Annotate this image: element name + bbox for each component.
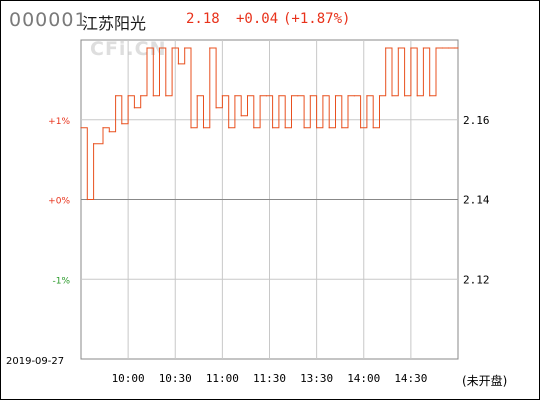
price-point bbox=[385, 47, 387, 49]
price-point bbox=[372, 127, 374, 129]
price-point bbox=[177, 63, 179, 65]
price-point bbox=[429, 95, 431, 97]
price-point bbox=[366, 95, 368, 97]
price-point bbox=[259, 95, 261, 97]
x-tick-label: 10:00 bbox=[112, 372, 145, 385]
grid-layer bbox=[80, 39, 459, 360]
price-point bbox=[127, 95, 129, 97]
x-tick-label: 10:30 bbox=[159, 372, 192, 385]
price-point bbox=[360, 127, 362, 129]
price-point bbox=[196, 95, 198, 97]
y-tick-label-left: +0% bbox=[48, 197, 70, 207]
price-point bbox=[272, 127, 274, 129]
x-tick-label: 11:30 bbox=[253, 372, 286, 385]
trade-date: 2019-09-27 bbox=[6, 356, 65, 367]
price-point bbox=[334, 95, 337, 97]
x-tick-label: 13:30 bbox=[300, 372, 333, 385]
price-point bbox=[416, 95, 418, 97]
y-tick-label-right: 2.16 bbox=[463, 114, 490, 127]
price-point bbox=[457, 47, 459, 49]
price-point bbox=[121, 123, 123, 125]
price-point bbox=[146, 47, 148, 49]
price-point bbox=[228, 127, 230, 129]
price-point bbox=[240, 115, 242, 117]
price-point bbox=[158, 47, 161, 49]
price-point bbox=[152, 95, 154, 97]
price-point bbox=[284, 127, 286, 129]
price-point bbox=[184, 47, 186, 49]
price-point bbox=[253, 127, 255, 129]
price-point bbox=[209, 47, 211, 49]
price-point bbox=[290, 95, 293, 97]
price-point bbox=[246, 95, 249, 97]
price-point bbox=[221, 95, 223, 97]
price-point bbox=[171, 47, 173, 49]
intraday-chart: 10:00 10:30 11:00 11:30 13:30 14:00 14:30 2.16 +… bbox=[48, 39, 490, 385]
price-point bbox=[397, 47, 399, 49]
price-point bbox=[448, 47, 450, 49]
price-point bbox=[303, 127, 305, 129]
price-point bbox=[115, 95, 117, 97]
price-point bbox=[353, 95, 355, 97]
price-point bbox=[93, 143, 95, 145]
price-point bbox=[234, 95, 236, 97]
price-point bbox=[297, 95, 299, 97]
price-point bbox=[322, 95, 324, 97]
price-point bbox=[328, 127, 330, 129]
price-point bbox=[441, 47, 443, 49]
price-point bbox=[202, 127, 205, 129]
price-point bbox=[435, 47, 437, 49]
x-tick-label: 14:30 bbox=[394, 372, 427, 385]
y-tick-label-right: 2.12 bbox=[463, 273, 490, 286]
price-point bbox=[140, 95, 142, 97]
price-point bbox=[133, 107, 135, 109]
price-point bbox=[86, 198, 88, 201]
price-point bbox=[309, 95, 311, 97]
x-tick-label: 11:00 bbox=[206, 372, 239, 385]
y-tick-label-left: +1% bbox=[48, 117, 70, 127]
price-point bbox=[102, 127, 104, 129]
price-point bbox=[165, 95, 167, 97]
price-point bbox=[215, 107, 217, 109]
price-point bbox=[108, 131, 110, 133]
price-point bbox=[347, 95, 349, 97]
x-tick-label: 14:00 bbox=[347, 372, 380, 385]
price-point bbox=[454, 47, 456, 49]
price-point bbox=[316, 127, 318, 129]
price-point bbox=[190, 127, 192, 129]
price-point bbox=[422, 47, 424, 49]
price-point bbox=[278, 95, 280, 97]
price-point bbox=[391, 95, 393, 97]
price-point bbox=[341, 127, 343, 129]
y-tick-label-right: 2.14 bbox=[463, 194, 490, 207]
price-point bbox=[404, 95, 406, 97]
market-status: (未开盘) bbox=[462, 374, 508, 388]
y-tick-label-left: -1% bbox=[52, 276, 70, 286]
price-point bbox=[410, 47, 412, 49]
price-point bbox=[265, 95, 267, 97]
price-point bbox=[80, 127, 82, 129]
price-point bbox=[378, 95, 381, 97]
